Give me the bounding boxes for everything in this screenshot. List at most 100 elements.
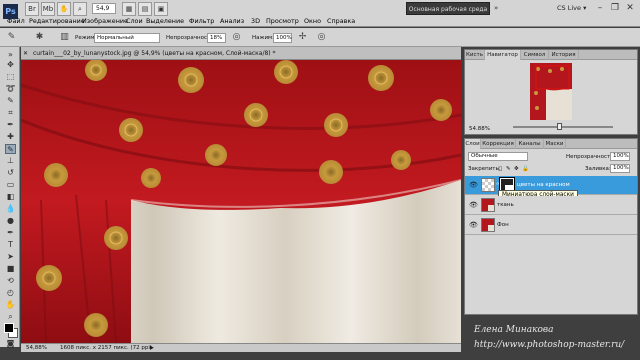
tab-masks[interactable]: Маски: [544, 139, 566, 149]
lock-pixels-icon[interactable]: ✎: [506, 165, 511, 173]
healing-brush-icon[interactable]: ✚: [5, 132, 16, 142]
screen-mode-icon[interactable]: ▣: [154, 2, 168, 16]
minimize-icon[interactable]: –: [593, 2, 607, 14]
author-watermark: Елена Минакова: [474, 325, 554, 335]
eraser-tool-icon[interactable]: ▭: [5, 180, 16, 190]
quick-mask-icon[interactable]: ◙: [5, 339, 16, 349]
status-arrow-icon[interactable]: ▶: [150, 345, 156, 351]
menu-view[interactable]: Просмотр: [266, 17, 299, 25]
lock-all-icon[interactable]: 🔒: [522, 165, 529, 173]
navigator-slider-thumb[interactable]: [557, 123, 562, 130]
layer-opacity-field[interactable]: 100%: [610, 152, 630, 161]
mode-select[interactable]: Нормальный: [94, 33, 160, 43]
tab-channels[interactable]: Каналы: [516, 139, 544, 149]
zoom-tool-icon-2[interactable]: ⌕: [5, 312, 16, 322]
tab-adjustments[interactable]: Коррекция: [481, 139, 516, 149]
arrange-documents-icon[interactable]: ▤: [138, 2, 152, 16]
quick-selection-icon[interactable]: ✎: [5, 96, 16, 106]
foreground-color-swatch[interactable]: [4, 323, 14, 333]
document-title: curtain___02_by_lunanystock.jpg @ 54,9% …: [33, 50, 276, 57]
view-extras-icon[interactable]: ▦: [122, 2, 136, 16]
layer-name-fabric[interactable]: ткань: [497, 201, 514, 209]
menu-help[interactable]: Справка: [327, 17, 355, 25]
brush-panel-icon[interactable]: ▥: [58, 31, 71, 44]
layer-name-flowers[interactable]: цветы на красном: [517, 181, 570, 189]
mask-link-icon[interactable]: ∞: [496, 182, 500, 187]
hand-tool-icon-2[interactable]: ✋: [5, 300, 16, 310]
shape-tool-icon[interactable]: ■: [5, 264, 16, 274]
navigator-zoom-slider[interactable]: [513, 126, 613, 128]
layer-name-background[interactable]: Фон: [497, 221, 509, 229]
clone-stamp-icon[interactable]: ⊥: [5, 156, 16, 166]
tab-history[interactable]: История: [549, 50, 579, 60]
3d-orbit-icon[interactable]: ◴: [5, 288, 16, 298]
lock-transparency-icon[interactable]: ◻: [498, 165, 503, 173]
crop-tool-icon[interactable]: ⌗: [5, 108, 16, 118]
type-tool-icon[interactable]: T: [5, 240, 16, 250]
brush-tool-selected-icon[interactable]: ✎: [5, 144, 16, 154]
lock-position-icon[interactable]: ✥: [514, 165, 519, 173]
dodge-tool-icon[interactable]: ●: [5, 216, 16, 226]
cs-live-button[interactable]: CS Live ▾: [557, 3, 586, 14]
menu-3d[interactable]: 3D: [251, 17, 260, 25]
tablet-pressure-icon[interactable]: ◎: [315, 31, 328, 44]
marquee-tool-icon[interactable]: ⬚: [5, 72, 16, 82]
close-document-icon[interactable]: ✕: [23, 50, 30, 57]
fill-label: Заливка:: [585, 166, 611, 172]
move-tool-icon[interactable]: ✥: [5, 60, 16, 70]
restore-icon[interactable]: ❐: [608, 2, 622, 14]
blur-tool-icon[interactable]: 💧: [5, 204, 16, 214]
fill-field[interactable]: 100%: [610, 164, 630, 173]
menu-analysis[interactable]: Анализ: [220, 17, 244, 25]
menu-layers[interactable]: Слои: [126, 17, 143, 25]
zoom-field[interactable]: 54,9: [92, 3, 116, 14]
visibility-eye-icon[interactable]: 👁: [469, 221, 478, 229]
opacity-field[interactable]: 18%: [207, 33, 226, 43]
visibility-eye-icon[interactable]: 👁: [469, 181, 478, 189]
eyedropper-tool-icon[interactable]: ✒: [5, 120, 16, 130]
navigator-thumbnail[interactable]: [530, 63, 572, 120]
lasso-tool-icon[interactable]: ➰: [5, 84, 16, 94]
layer-thumbnail-background[interactable]: [481, 218, 495, 232]
3d-rotate-icon[interactable]: ⟲: [5, 276, 16, 286]
close-icon[interactable]: ✕: [623, 2, 637, 14]
bridge-icon[interactable]: Br: [25, 2, 39, 16]
layer-thumbnail-flowers[interactable]: [481, 178, 495, 192]
chevron-right-icon[interactable]: »: [494, 4, 502, 12]
document-tab[interactable]: curtain___02_by_lunanystock.jpg @ 54,9% …: [21, 47, 461, 60]
tablet-opacity-icon[interactable]: ◎: [230, 31, 243, 44]
pressure-field[interactable]: 100%: [273, 33, 292, 43]
collapse-toolbox-icon[interactable]: »: [5, 50, 16, 60]
document-canvas[interactable]: [21, 60, 461, 343]
fabric-thumbnail-image: [488, 205, 494, 211]
navigator-zoom[interactable]: 54.88%: [469, 125, 490, 133]
layer-thumbnail-fabric[interactable]: [481, 198, 495, 212]
menu-file[interactable]: Файл: [7, 17, 25, 25]
hand-tool-icon[interactable]: ✋: [57, 2, 71, 16]
status-zoom[interactable]: 54,88%: [26, 344, 47, 352]
airbrush-icon[interactable]: ✢: [296, 31, 309, 44]
brush-preset-icon[interactable]: ✱: [33, 31, 46, 44]
menu-select[interactable]: Выделение: [146, 17, 184, 25]
tab-brush[interactable]: Кисть: [465, 50, 485, 60]
menu-filter[interactable]: Фильтр: [189, 17, 214, 25]
menu-window[interactable]: Окно: [304, 17, 321, 25]
zoom-tool-icon[interactable]: ⌕: [73, 2, 87, 16]
blend-mode-select[interactable]: Обычные: [468, 152, 528, 161]
menu-image[interactable]: Изображение: [82, 17, 128, 25]
minibridge-icon[interactable]: Mb: [41, 2, 55, 16]
tab-layers[interactable]: Слои: [465, 139, 481, 149]
path-selection-icon[interactable]: ➤: [5, 252, 16, 262]
site-watermark: http://www.photoshop-master.ru/: [474, 340, 625, 350]
menu-edit[interactable]: Редактирование: [29, 17, 85, 25]
visibility-eye-icon[interactable]: 👁: [469, 201, 478, 209]
workspace-button[interactable]: Основная рабочая среда: [406, 2, 490, 15]
cs-live-label: CS Live: [557, 4, 582, 12]
history-brush-icon[interactable]: ↺: [5, 168, 16, 178]
gradient-tool-icon[interactable]: ◧: [5, 192, 16, 202]
tab-navigator[interactable]: Навигатор: [485, 50, 521, 60]
tab-character[interactable]: Символ: [521, 50, 549, 60]
brush-tool-icon[interactable]: ✎: [5, 31, 18, 44]
lock-label: Закрепить:: [468, 166, 501, 172]
pen-tool-icon[interactable]: ✒: [5, 228, 16, 238]
